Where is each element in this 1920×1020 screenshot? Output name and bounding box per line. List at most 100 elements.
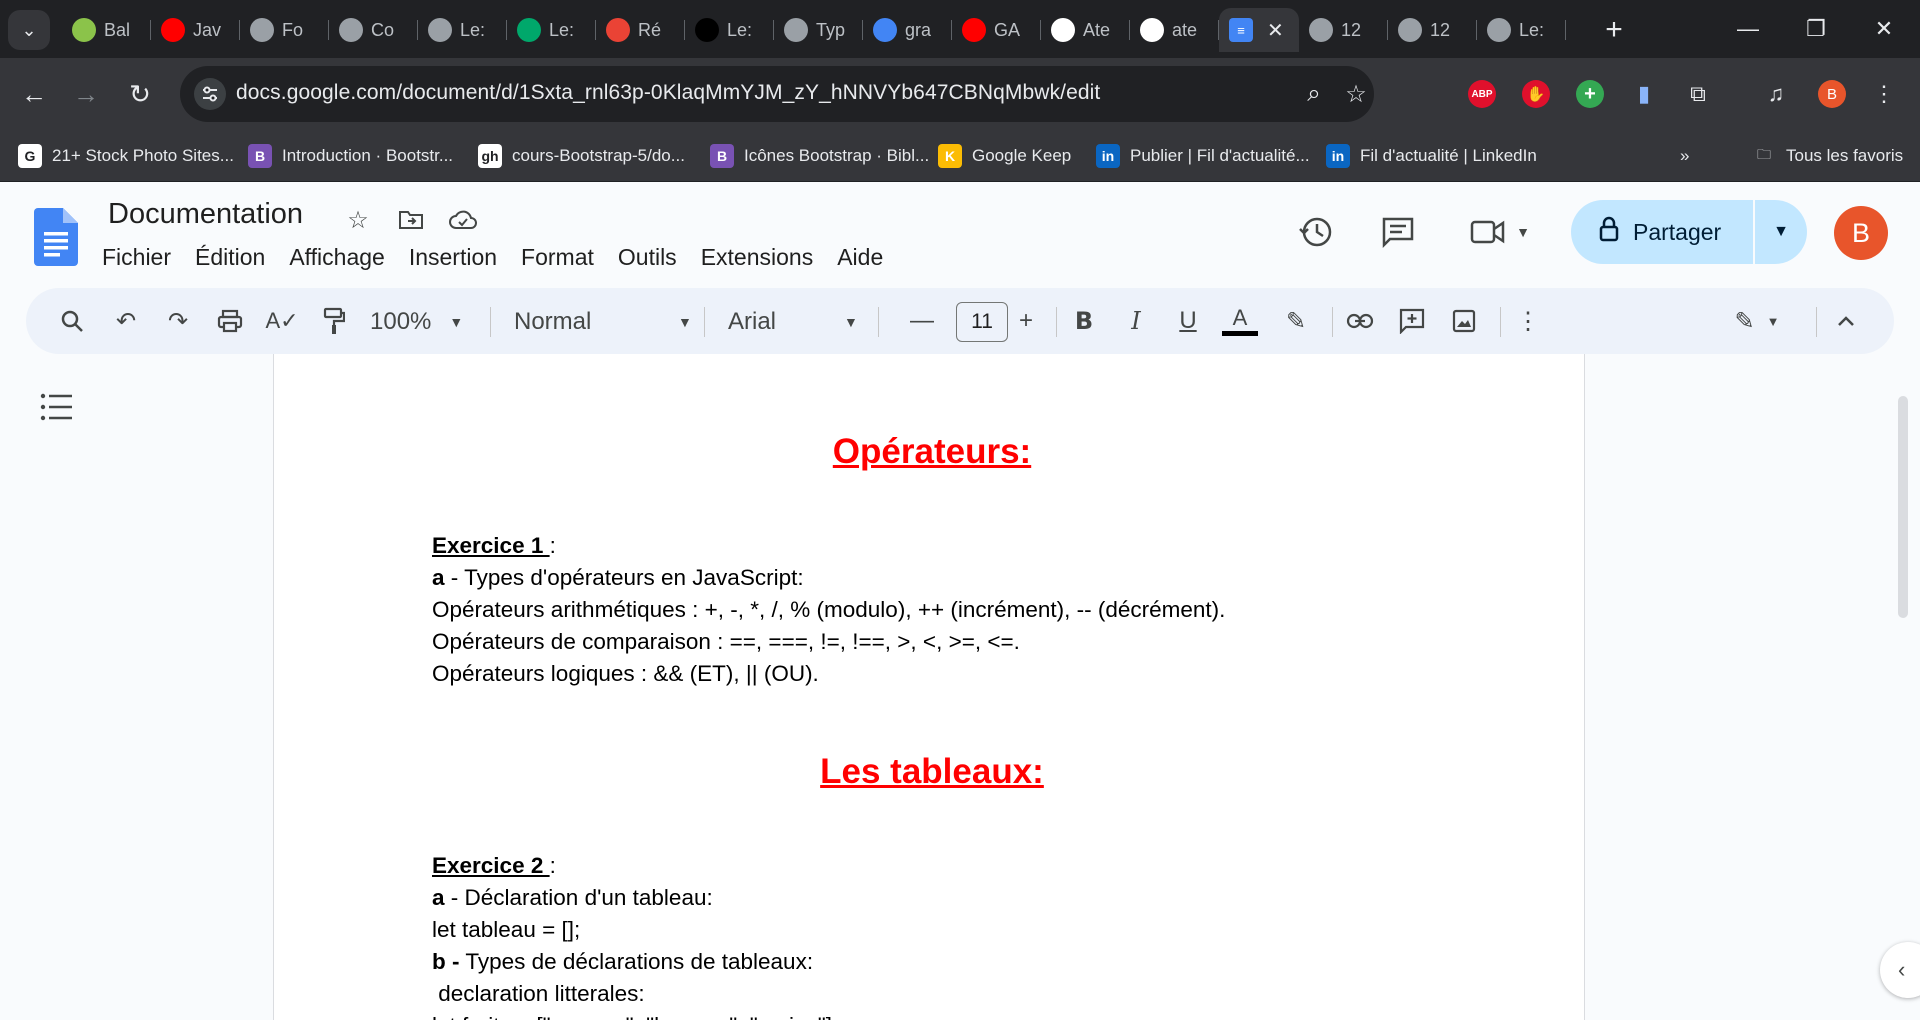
more-options-icon[interactable]: ⋮	[1508, 301, 1548, 341]
close-window-button[interactable]: ✕	[1850, 0, 1918, 58]
browser-tab[interactable]: Bal	[62, 8, 151, 52]
document-outline-icon[interactable]	[40, 392, 74, 426]
cloud-saved-icon[interactable]	[447, 204, 479, 236]
bookmark-item[interactable]: B Introduction · Bootstr...	[248, 140, 453, 172]
bookmark-item[interactable]: G 21+ Stock Photo Sites...	[18, 140, 234, 172]
browser-tab[interactable]: 12	[1299, 8, 1388, 52]
add-comment-icon[interactable]	[1392, 301, 1432, 341]
bookmark-item[interactable]: B Icônes Bootstrap · Bibl...	[710, 140, 929, 172]
menu-item[interactable]: Extensions	[689, 240, 826, 275]
browser-tab[interactable]: Ré	[596, 8, 685, 52]
increase-font-size-icon[interactable]: +	[1006, 301, 1046, 341]
vertical-scrollbar[interactable]	[1898, 396, 1908, 618]
tab-title: Le:	[460, 19, 486, 40]
zoom-select[interactable]: 100% ▼	[370, 304, 463, 340]
document-page[interactable]: Opérateurs: Exercice 1 : a - Types d'opé…	[273, 354, 1585, 1020]
star-icon[interactable]: ☆	[342, 204, 374, 236]
editing-mode-button[interactable]: ✎ ▼	[1722, 301, 1792, 341]
browser-tab[interactable]: gra	[863, 8, 952, 52]
bookmark-star-icon[interactable]: ☆	[1340, 78, 1372, 110]
menu-item[interactable]: Affichage	[277, 240, 396, 275]
reload-button[interactable]: ↻	[120, 74, 160, 114]
forward-button[interactable]: →	[66, 74, 106, 114]
add-extension-button[interactable]: +	[1572, 76, 1608, 112]
print-icon[interactable]	[210, 301, 250, 341]
bookmark-item[interactable]: K Google Keep	[938, 140, 1071, 172]
menu-item[interactable]: Format	[509, 240, 606, 275]
site-info-icon[interactable]	[194, 78, 226, 110]
undo-icon[interactable]: ↶	[106, 301, 146, 341]
spellcheck-icon[interactable]: A✓	[262, 301, 302, 341]
back-button[interactable]: ←	[14, 74, 54, 114]
bookmark-item[interactable]: in Fil d'actualité | LinkedIn	[1326, 140, 1537, 172]
hand-extension-button[interactable]: ✋	[1518, 76, 1554, 112]
browser-tab[interactable]: Le:	[507, 8, 596, 52]
browser-tab[interactable]: Le:	[418, 8, 507, 52]
adblock-extension-button[interactable]: ABP	[1464, 76, 1500, 112]
zoom-icon[interactable]: ⌕	[1298, 78, 1330, 110]
new-tab-button[interactable]: +	[1596, 12, 1632, 48]
font-family-select[interactable]: Arial ▼	[728, 304, 858, 340]
browser-tab[interactable]: Ate	[1041, 8, 1130, 52]
decrease-font-size-icon[interactable]: —	[902, 301, 942, 341]
toolbar-divider	[1056, 307, 1057, 337]
bold-icon[interactable]: B	[1064, 301, 1104, 341]
paragraph-style-select[interactable]: Normal ▼	[514, 304, 692, 340]
restore-button[interactable]: ❐	[1782, 0, 1850, 58]
bookmark-item[interactable]: gh cours-Bootstrap-5/do...	[478, 140, 685, 172]
url-text: docs.google.com/document/d/1Sxta_rnl63p-…	[236, 81, 1101, 104]
close-tab-icon[interactable]: ✕	[1267, 18, 1284, 43]
browser-tab[interactable]: GA	[952, 8, 1041, 52]
address-bar[interactable]: docs.google.com/document/d/1Sxta_rnl63p-…	[180, 66, 1374, 122]
browser-tab[interactable]: Fo	[240, 8, 329, 52]
tab-search-button[interactable]: ⌄	[8, 10, 50, 50]
plus-icon: +	[1605, 13, 1623, 46]
minimize-button[interactable]: —	[1714, 0, 1782, 58]
media-controls-button[interactable]: ♫	[1758, 76, 1794, 112]
menu-item[interactable]: Aide	[825, 240, 895, 275]
comments-icon[interactable]	[1374, 208, 1422, 256]
menu-item[interactable]: Édition	[183, 240, 277, 275]
menu-item[interactable]: Fichier	[90, 240, 183, 275]
italic-icon[interactable]: I	[1116, 301, 1156, 341]
browser-tab[interactable]: Le:	[685, 8, 774, 52]
docs-extension-button[interactable]: ▮	[1626, 76, 1662, 112]
insert-link-icon[interactable]	[1340, 301, 1380, 341]
highlight-color-icon[interactable]: ✎	[1276, 301, 1316, 341]
browser-tab[interactable]: ate	[1130, 8, 1219, 52]
move-folder-icon[interactable]	[395, 204, 427, 236]
redo-icon[interactable]: ↷	[158, 301, 198, 341]
browser-tab[interactable]: Co	[329, 8, 418, 52]
version-history-icon[interactable]	[1292, 208, 1340, 256]
bookmark-favicon-icon: B	[710, 144, 734, 168]
browser-tab[interactable]: 12	[1388, 8, 1477, 52]
account-avatar[interactable]: B	[1834, 206, 1888, 260]
search-menus-icon[interactable]	[52, 301, 92, 341]
font-size-input[interactable]: 11	[956, 302, 1008, 342]
hide-menus-chevron-up-icon[interactable]	[1826, 301, 1866, 341]
bookmark-item[interactable]: in Publier | Fil d'actualité...	[1096, 140, 1310, 172]
browser-tab[interactable]: Jav	[151, 8, 240, 52]
browser-menu-button[interactable]: ⋮	[1866, 76, 1902, 112]
hand-stop-icon: ✋	[1522, 80, 1550, 108]
docs-logo-icon[interactable]	[34, 208, 78, 266]
meet-button[interactable]: ▼	[1460, 208, 1540, 256]
profile-button[interactable]: B	[1814, 76, 1850, 112]
active-tab-docs[interactable]: ≡ ✕	[1219, 8, 1299, 52]
side-panel-toggle-button[interactable]: ‹	[1880, 942, 1920, 998]
browser-tab[interactable]: Le:	[1477, 8, 1566, 52]
all-bookmarks-button[interactable]: 🗀 Tous les favoris	[1752, 140, 1903, 172]
share-button[interactable]: Partager ▼	[1571, 200, 1807, 264]
menu-item[interactable]: Insertion	[397, 240, 509, 275]
text-color-icon[interactable]: A	[1220, 301, 1260, 341]
document-title[interactable]: Documentation	[108, 198, 303, 231]
bookmarks-overflow-button[interactable]: »	[1680, 140, 1689, 172]
folder-icon: 🗀	[1757, 146, 1771, 162]
menu-item[interactable]: Outils	[606, 240, 689, 275]
share-dropdown-caret-icon[interactable]: ▼	[1755, 200, 1807, 264]
paint-format-icon[interactable]	[314, 301, 354, 341]
underline-icon[interactable]: U	[1168, 301, 1208, 341]
insert-image-icon[interactable]	[1444, 301, 1484, 341]
extensions-button[interactable]: ⧉	[1680, 76, 1716, 112]
browser-tab[interactable]: Typ	[774, 8, 863, 52]
